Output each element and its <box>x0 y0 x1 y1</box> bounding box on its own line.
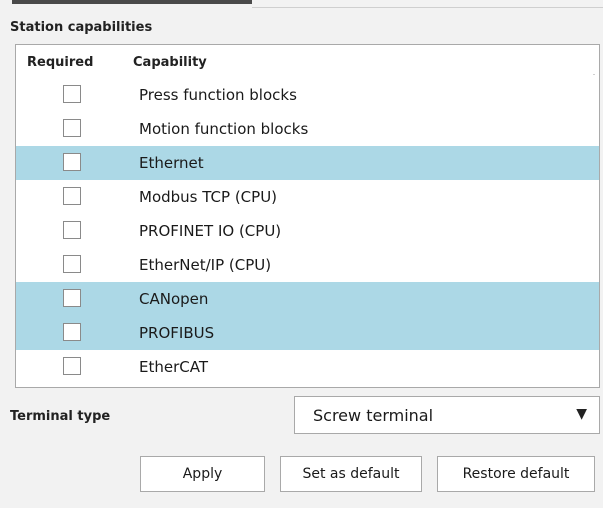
required-checkbox[interactable] <box>63 255 81 273</box>
terminal-type-select[interactable]: Screw terminal ▼ <box>294 396 600 434</box>
set-as-default-button[interactable]: Set as default <box>280 456 422 492</box>
section-title: Station capabilities <box>10 20 153 35</box>
capability-label: PROFINET IO (CPU) <box>139 222 282 240</box>
required-checkbox[interactable] <box>63 187 81 205</box>
apply-button[interactable]: Apply <box>140 456 265 492</box>
capability-label: Motion function blocks <box>139 120 309 138</box>
list-header: Required Capability <box>16 45 599 78</box>
tab-divider <box>252 7 603 8</box>
capability-label: CANopen <box>139 290 209 308</box>
capability-label: Ethernet <box>139 154 204 172</box>
column-resize-mark <box>593 74 595 75</box>
column-header-required[interactable]: Required <box>27 55 93 70</box>
required-checkbox[interactable] <box>63 289 81 307</box>
capability-label: EtherCAT <box>139 358 208 376</box>
required-checkbox[interactable] <box>63 119 81 137</box>
capability-label: Modbus TCP (CPU) <box>139 188 278 206</box>
dropdown-arrow-icon[interactable]: ▼ <box>576 406 587 422</box>
capabilities-list[interactable]: Required Capability Press function block… <box>15 44 600 388</box>
station-capabilities-panel: Station capabilities Required Capability… <box>0 0 603 508</box>
terminal-type-label: Terminal type <box>10 409 111 424</box>
active-tab-indicator <box>12 0 252 4</box>
required-checkbox[interactable] <box>63 323 81 341</box>
list-item[interactable]: Press function blocks <box>16 78 599 112</box>
required-checkbox[interactable] <box>63 221 81 239</box>
required-checkbox[interactable] <box>63 153 81 171</box>
required-checkbox[interactable] <box>63 85 81 103</box>
list-item[interactable]: PROFIBUS <box>16 316 599 350</box>
capability-label: EtherNet/IP (CPU) <box>139 256 272 274</box>
list-item[interactable]: Ethernet <box>16 146 599 180</box>
list-item[interactable]: PROFINET IO (CPU) <box>16 214 599 248</box>
restore-default-button[interactable]: Restore default <box>437 456 595 492</box>
terminal-type-value: Screw terminal <box>313 406 434 425</box>
capability-label: PROFIBUS <box>139 324 215 342</box>
list-item[interactable]: Modbus TCP (CPU) <box>16 180 599 214</box>
required-checkbox[interactable] <box>63 357 81 375</box>
column-header-capability[interactable]: Capability <box>133 55 207 70</box>
list-item[interactable]: Motion function blocks <box>16 112 599 146</box>
list-item[interactable]: CANopen <box>16 282 599 316</box>
list-item[interactable]: EtherCAT <box>16 350 599 384</box>
capability-label: Press function blocks <box>139 86 297 104</box>
list-item[interactable]: EtherNet/IP (CPU) <box>16 248 599 282</box>
